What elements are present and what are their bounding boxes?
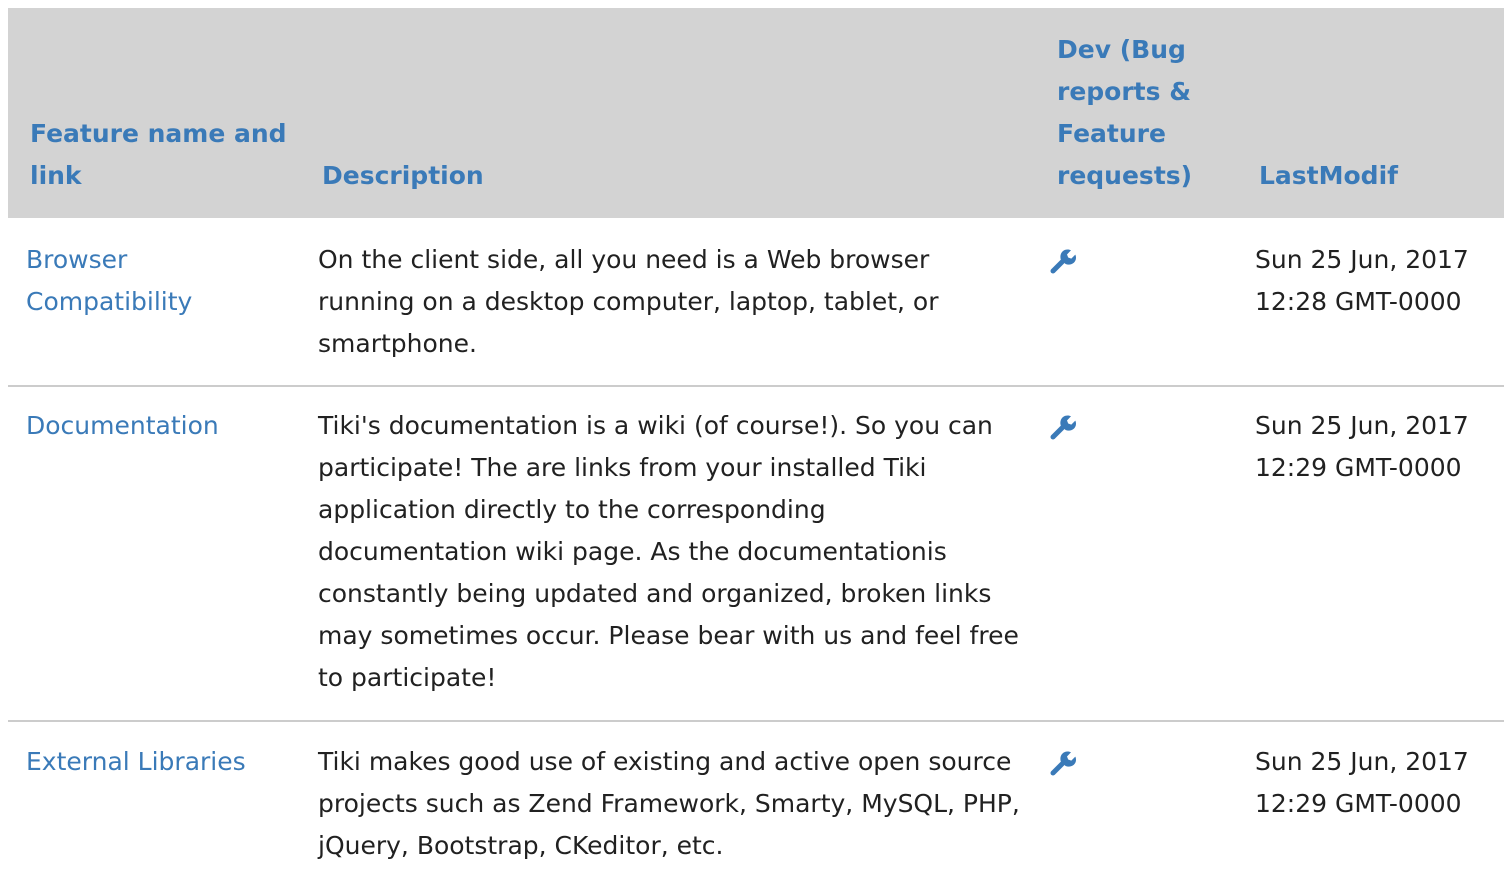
dev-cell (1036, 721, 1237, 877)
feature-cell: Documentation (8, 386, 300, 722)
lastmodif-cell: Sun 25 Jun, 2017 12:28 GMT-0000 (1237, 218, 1504, 387)
table-header: Feature name and link Description Dev (B… (8, 8, 1504, 218)
table-row: Documentation Tiki's documentation is a … (8, 386, 1504, 722)
feature-link[interactable]: External Libraries (26, 747, 246, 776)
feature-table: Feature name and link Description Dev (B… (8, 8, 1504, 877)
column-header-description-label[interactable]: Description (300, 155, 1036, 197)
feature-link[interactable]: Documentation (26, 411, 219, 440)
description-cell: Tiki makes good use of existing and acti… (318, 747, 1020, 860)
column-header-dev-label[interactable]: Dev (Bug reports & Feature requests) (1036, 29, 1237, 197)
table-row: Browser Compatibility On the client side… (8, 218, 1504, 387)
lastmodif-cell: Sun 25 Jun, 2017 12:29 GMT-0000 (1237, 386, 1504, 722)
wrench-icon[interactable] (1050, 747, 1078, 776)
wrench-icon[interactable] (1050, 411, 1078, 440)
header-row: Feature name and link Description Dev (B… (8, 8, 1504, 218)
dev-cell (1036, 218, 1237, 387)
lastmodif-cell: Sun 25 Jun, 2017 12:29 GMT-0000 (1255, 747, 1469, 818)
feature-table-container: Feature name and link Description Dev (B… (8, 8, 1504, 877)
description-cell: Tiki's documentation is a wiki (of cours… (300, 386, 1036, 722)
column-header-lastmodif-label[interactable]: LastModif (1237, 155, 1504, 197)
column-header-lastmodif[interactable]: LastModif (1237, 8, 1504, 218)
feature-cell: External Libraries (8, 721, 300, 877)
feature-link[interactable]: Browser Compatibility (26, 245, 192, 316)
table-body: Browser Compatibility On the client side… (8, 218, 1504, 877)
dev-cell (1036, 386, 1237, 722)
description-cell: On the client side, all you need is a We… (300, 218, 1036, 387)
column-header-dev[interactable]: Dev (Bug reports & Feature requests) (1036, 8, 1237, 218)
feature-cell: Browser Compatibility (8, 218, 300, 387)
column-header-feature-label[interactable]: Feature name and link (8, 113, 300, 197)
table-row: External Libraries Tiki makes good use o… (8, 721, 1504, 877)
wrench-icon[interactable] (1050, 245, 1078, 274)
column-header-feature[interactable]: Feature name and link (8, 8, 300, 218)
column-header-description[interactable]: Description (300, 8, 1036, 218)
